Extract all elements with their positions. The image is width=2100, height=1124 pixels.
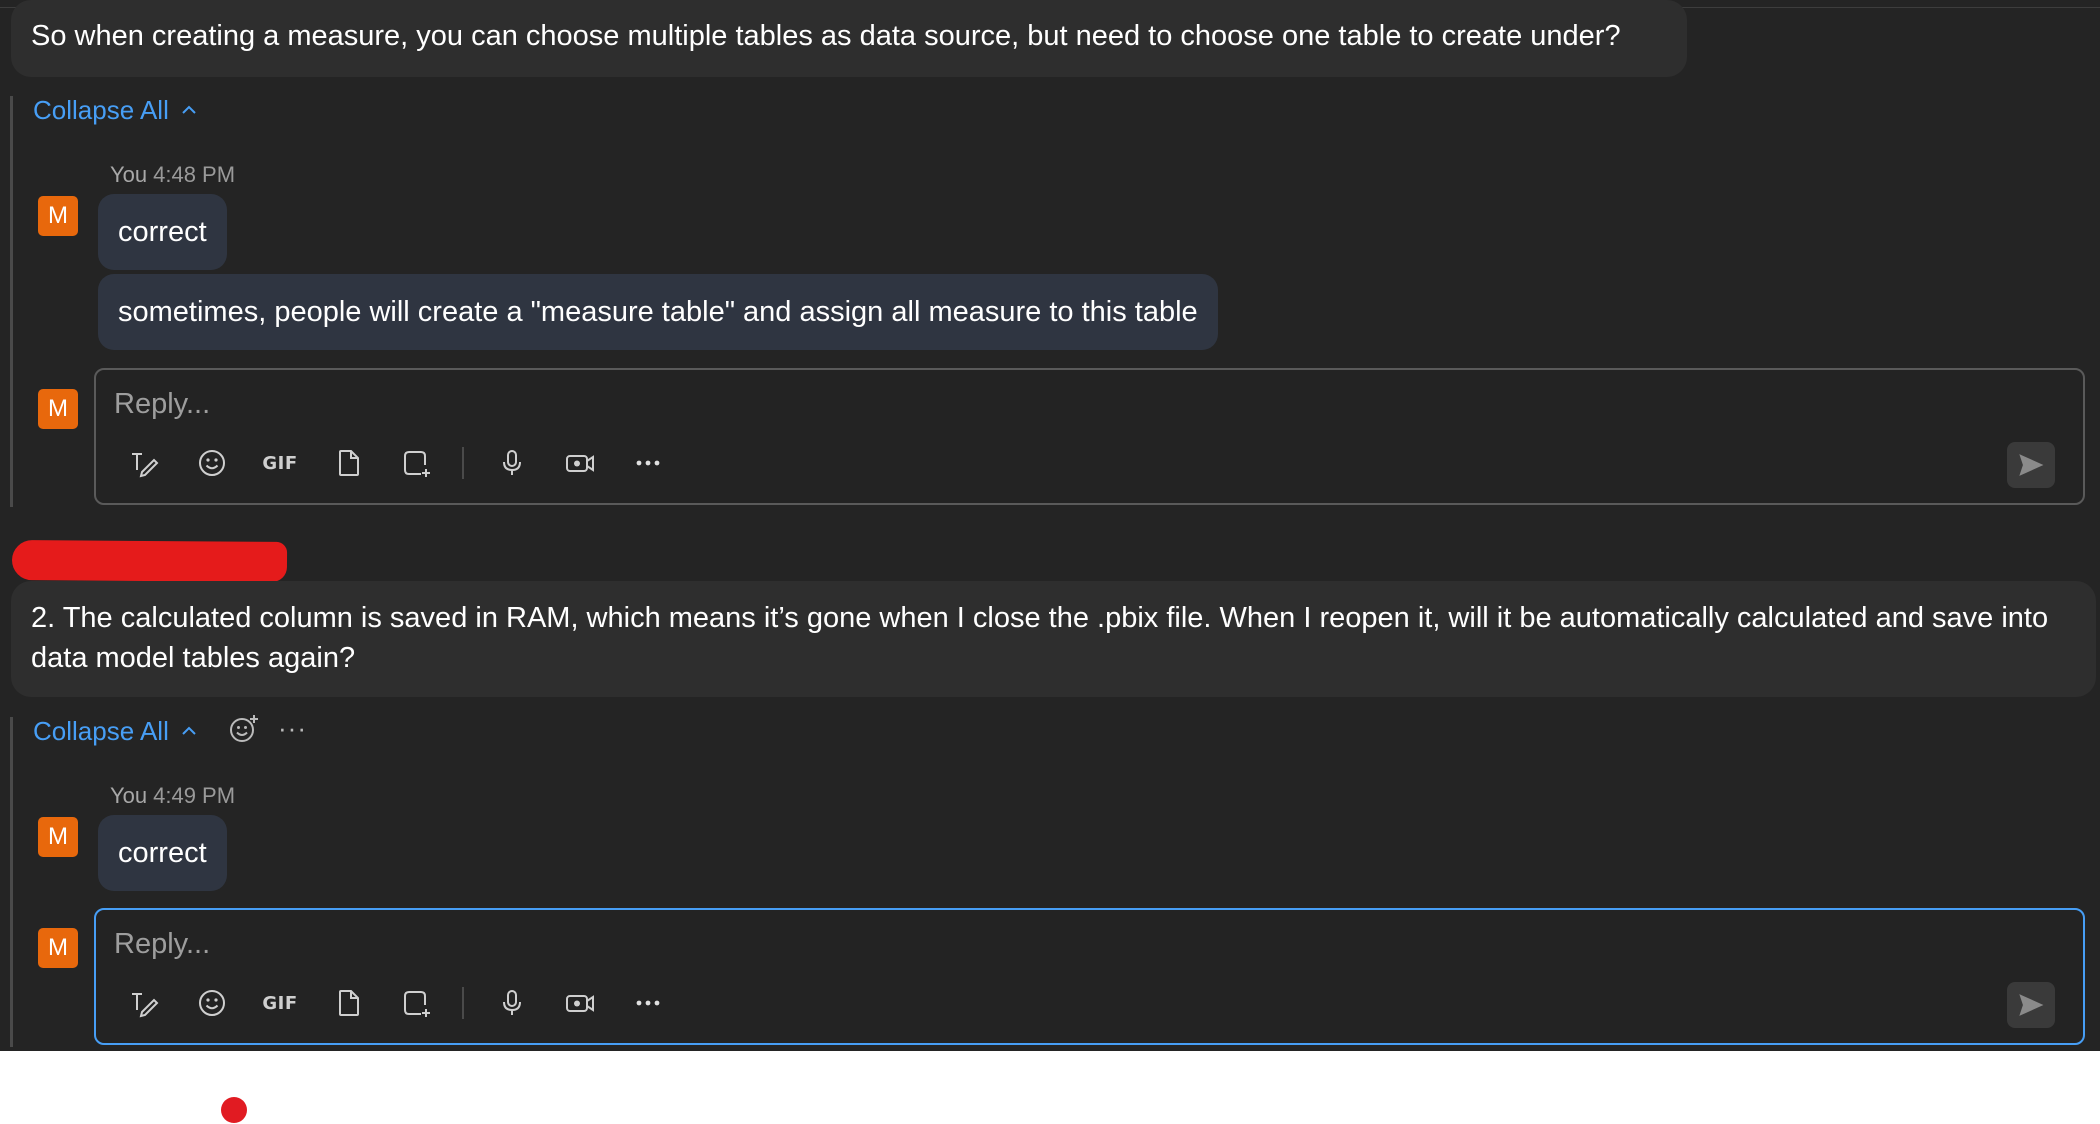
gif-icon[interactable]: GIF [262,445,298,481]
message-bubble[interactable]: sometimes, people will create a "measure… [98,274,1218,350]
message-meta: You 4:48 PM [110,161,235,189]
more-options-icon[interactable] [630,985,666,1021]
add-reaction-icon[interactable] [228,713,260,745]
post-text: 2. The calculated column is saved in RAM… [31,602,2049,674]
send-icon [2019,994,2044,1016]
attach-file-icon[interactable] [330,985,366,1021]
thread-post-1[interactable]: So when creating a measure, you can choo… [11,0,1687,77]
redaction-mark [11,540,288,582]
loop-component-icon[interactable] [398,985,434,1021]
video-clip-icon[interactable] [562,985,598,1021]
author-name: You [110,783,148,808]
collapse-all-button[interactable]: Collapse All [33,715,197,747]
collapse-all-label: Collapse All [33,95,169,125]
reply-composer[interactable]: GIF [94,368,2085,505]
microphone-icon[interactable] [494,445,530,481]
gif-label: GIF [262,452,298,474]
chevron-up-icon [182,105,196,114]
emoji-icon[interactable] [194,445,230,481]
microphone-icon[interactable] [494,985,530,1021]
chevron-up-icon [182,726,196,735]
avatar[interactable]: M [38,196,78,236]
post-text: So when creating a measure, you can choo… [31,20,1621,52]
composer-avatar: M [38,389,78,429]
composer-toolbar: GIF [126,445,698,481]
format-pen-icon[interactable] [126,985,162,1021]
reply-input[interactable] [114,924,1714,964]
composer-avatar: M [38,928,78,968]
send-icon [2019,454,2044,476]
thread-line [10,717,13,1047]
message-meta: You 4:49 PM [110,782,235,810]
red-dot-marker [221,1097,247,1123]
message-time: 4:48 PM [153,162,236,187]
collapse-all-label: Collapse All [33,716,169,746]
reply-composer[interactable]: GIF [94,908,2085,1045]
thread-post-2[interactable]: 2. The calculated column is saved in RAM… [11,581,2096,697]
toolbar-divider [462,447,464,479]
reply-input[interactable] [114,384,1714,424]
gif-label: GIF [262,992,298,1014]
toolbar-divider [462,987,464,1019]
chat-pane: So when creating a measure, you can choo… [0,0,2100,1051]
avatar[interactable]: M [38,817,78,857]
message-bubble[interactable]: correct [98,815,227,891]
video-clip-icon[interactable] [562,445,598,481]
author-name: You [110,162,148,187]
more-actions-button[interactable]: ··· [278,715,307,741]
send-button[interactable] [2007,982,2055,1028]
loop-component-icon[interactable] [398,445,434,481]
composer-toolbar: GIF [126,985,698,1021]
send-button[interactable] [2007,442,2055,488]
more-options-icon[interactable] [630,445,666,481]
emoji-icon[interactable] [194,985,230,1021]
thread-line [10,96,13,507]
message-time: 4:49 PM [153,783,236,808]
attach-file-icon[interactable] [330,445,366,481]
message-bubble[interactable]: correct [98,194,227,270]
collapse-all-button[interactable]: Collapse All [33,94,197,126]
format-pen-icon[interactable] [126,445,162,481]
gif-icon[interactable]: GIF [262,985,298,1021]
